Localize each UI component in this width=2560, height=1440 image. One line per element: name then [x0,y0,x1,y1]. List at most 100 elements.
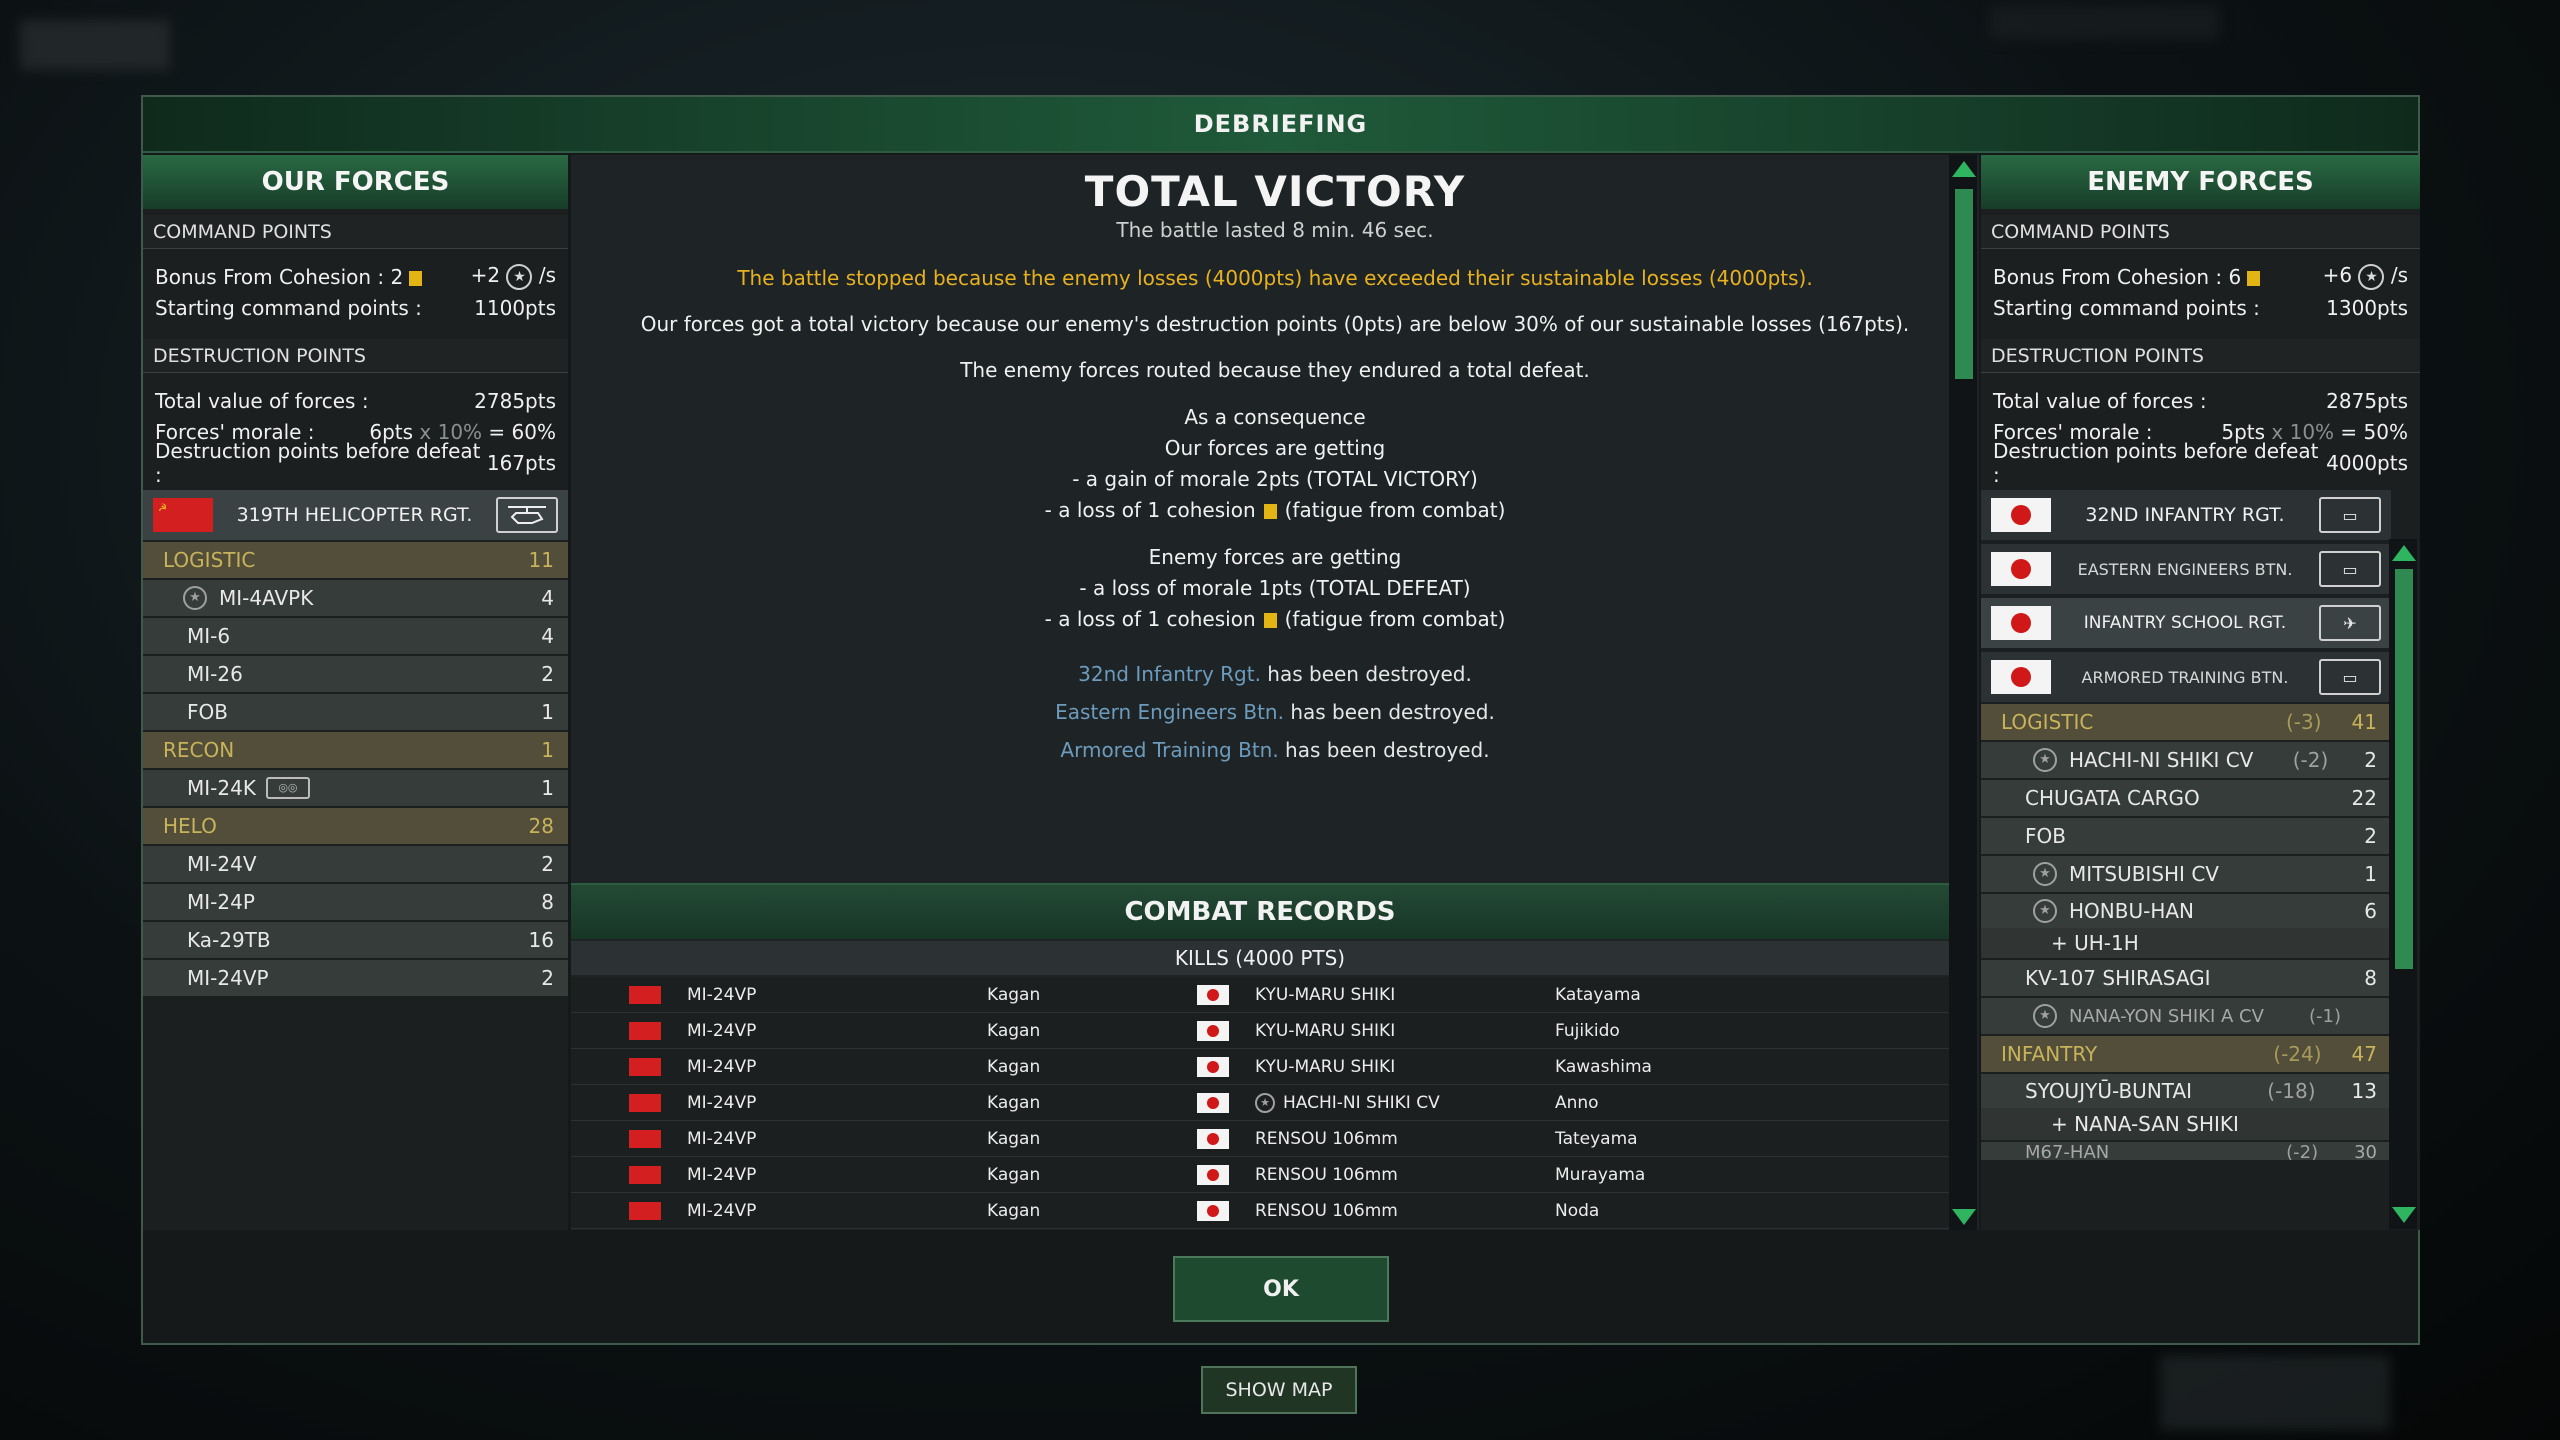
enemy-unit-card[interactable]: INFANTRY SCHOOL RGT. ✈ [1981,598,2391,650]
kill-row[interactable]: MI-24VP Kagan RENSOU 106mm Noda [571,1193,1949,1229]
unit-row[interactable]: MI-24VP 2 [143,960,568,998]
killer-pilot: Kagan [987,1128,1041,1149]
background-blurred-ui [2160,1355,2390,1430]
kills-header: KILLS (4000 PTS) [571,941,1949,975]
ussr-flag-icon [629,1129,661,1148]
enemy-destruction-points-section: DESTRUCTION POINTS [1981,339,2420,373]
kill-row[interactable]: MI-24VP Kagan KYU-MARU SHIKI Kawashima [571,1049,1949,1085]
unit-row[interactable]: MI-24V 2 [143,846,568,884]
scroll-down-arrow-icon[interactable] [1952,1209,1976,1225]
ussr-flag-icon [629,1057,661,1076]
command-unit-icon: ★ [2033,748,2057,772]
unit-row[interactable]: MI-26 2 [143,656,568,694]
unit-row[interactable]: ★ HONBU-HAN 6 [1981,894,2391,928]
scroll-up-arrow-icon[interactable] [1952,161,1976,177]
killer-unit: MI-24VP [687,1092,757,1113]
background-blurred-ui [20,20,170,70]
scroll-down-arrow-icon[interactable] [2392,1207,2416,1223]
command-unit-icon: ★ [2033,899,2057,923]
enemy-unit-card[interactable]: EASTERN ENGINEERS BTN. ▭ [1981,544,2391,596]
destroyed-unit-link[interactable]: Eastern Engineers Btn. [1055,700,1284,724]
japan-flag-icon [1197,1092,1229,1113]
ussr-flag-icon [629,1093,661,1112]
killer-unit: MI-24VP [687,1200,757,1221]
japan-flag-icon [1197,1056,1229,1077]
ok-button[interactable]: OK [1173,1256,1389,1322]
infantry-truck-icon: ▭ [2319,497,2381,533]
our-forces-header: OUR FORCES [143,155,568,209]
victim-name: Anno [1555,1092,1599,1113]
helicopter-icon: ✈ [2319,605,2381,641]
kill-row[interactable]: MI-24VP Kagan RENSOU 106mm Murayama [571,1157,1949,1193]
destroyed-unit-link[interactable]: Armored Training Btn. [1060,738,1278,762]
category-logistic[interactable]: LOGISTIC (-3) 41 [1981,704,2391,742]
kill-row[interactable]: MI-24VP Kagan RENSOU 106mm Tateyama [571,1121,1949,1157]
enemy-command-points-section: COMMAND POINTS [1981,215,2420,249]
enemy-scrollbar-thumb[interactable] [2395,569,2413,969]
unit-row[interactable]: M67-HAN (-2) 30 [1981,1142,2391,1162]
enemy-unit-card[interactable]: 32ND INFANTRY RGT. ▭ [1981,490,2391,542]
our-total-value: Total value of forces :2785pts [155,388,556,413]
victim-name: Murayama [1555,1164,1646,1185]
unit-row[interactable]: ★ HACHI-NI SHIKI CV (-2) 2 [1981,742,2391,780]
combat-records-header: COMBAT RECORDS [571,883,1949,939]
kills-list[interactable]: MI-24VP Kagan KYU-MARU SHIKI Katayama MI-24V… [571,977,1949,1229]
unit-row[interactable]: ★ MITSUBISHI CV 1 [1981,856,2391,894]
killer-pilot: Kagan [987,1092,1041,1113]
category-recon[interactable]: RECON 1 [143,732,568,770]
transport-row: + NANA-SAN SHIKI [1981,1108,2391,1142]
our-starting-command-points: Starting command points :1100pts [155,295,556,320]
battle-summary-panel: TOTAL VICTORY The battle lasted 8 min. 4… [571,155,1979,1230]
victory-reason: Our forces got a total victory because o… [640,312,1910,336]
transport-row: + UH-1H [1981,928,2391,960]
unit-row[interactable]: MI-24P 8 [143,884,568,922]
kill-row[interactable]: MI-24VP Kagan KYU-MARU SHIKI Katayama [571,977,1949,1013]
enemy-forces-panel: ENEMY FORCES COMMAND POINTS Bonus From C… [1981,155,2420,1230]
battle-duration: The battle lasted 8 min. 46 sec. [1116,218,1434,242]
killer-unit: MI-24VP [687,984,757,1005]
debriefing-dialog: DEBRIEFING OUR FORCES COMMAND POINTS Bon… [141,95,2420,1345]
category-infantry[interactable]: INFANTRY (-24) 47 [1981,1036,2391,1074]
our-unit-card[interactable]: ☭ 319TH HELICOPTER RGT. [143,490,568,542]
helicopter-icon [496,497,558,533]
victim-name: Noda [1555,1200,1600,1221]
scroll-up-arrow-icon[interactable] [2392,545,2416,561]
unit-row[interactable]: MI-24K ◎◎ 1 [143,770,568,808]
category-helo[interactable]: HELO 28 [143,808,568,846]
japan-flag-icon [1197,1200,1229,1221]
unit-row[interactable]: FOB 2 [1981,818,2391,856]
cohesion-icon [1263,613,1277,628]
victim-unit: RENSOU 106mm [1255,1200,1398,1221]
japan-flag-icon [1991,660,2051,694]
result-title: TOTAL VICTORY [1084,167,1466,216]
unit-row[interactable]: SYOUJYŪ-BUNTAI (-18) 13 [1981,1074,2391,1108]
unit-row[interactable]: CHUGATA CARGO 22 [1981,780,2391,818]
enemy-starting-command-points: Starting command points :1300pts [1993,295,2408,320]
unit-row[interactable]: Ka-29TB 16 [143,922,568,960]
japan-flag-icon [1991,552,2051,586]
japan-flag-icon [1197,1164,1229,1185]
show-map-button[interactable]: SHOW MAP [1201,1366,1357,1414]
enemy-cohesion-bonus: Bonus From Cohesion : 6 +6 ★ /s [1993,263,2408,290]
destroyed-unit-link[interactable]: 32nd Infantry Rgt. [1078,662,1261,686]
command-unit-icon: ★ [2033,1004,2057,1028]
victim-unit: ★ HACHI-NI SHIKI CV [1255,1092,1555,1113]
cohesion-icon [409,270,423,286]
enemy-unit-card[interactable]: ARMORED TRAINING BTN. ▭ [1981,652,2391,704]
killer-pilot: Kagan [987,984,1041,1005]
recon-binoculars-icon: ◎◎ [265,777,310,799]
victim-name: Tateyama [1555,1128,1638,1149]
ussr-flag-icon [629,985,661,1004]
unit-row[interactable]: ★ MI-4AVPK 4 [143,580,568,618]
command-star-icon: ★ [2358,263,2385,290]
category-logistic[interactable]: LOGISTIC 11 [143,542,568,580]
kill-row[interactable]: MI-24VP Kagan ★ HACHI-NI SHIKI CV Anno [571,1085,1949,1121]
killer-unit: MI-24VP [687,1056,757,1077]
unit-row[interactable]: FOB 1 [143,694,568,732]
summary-scrollbar-thumb[interactable] [1955,189,1973,379]
kill-row[interactable]: MI-24VP Kagan KYU-MARU SHIKI Fujikido [571,1013,1949,1049]
unit-row[interactable]: MI-6 4 [143,618,568,656]
enemy-forces-header: ENEMY FORCES [1981,155,2420,209]
unit-row[interactable]: ★ NANA-YON SHIKI A CV (-1) [1981,998,2391,1036]
unit-row[interactable]: KV-107 SHIRASAGI 8 [1981,960,2391,998]
